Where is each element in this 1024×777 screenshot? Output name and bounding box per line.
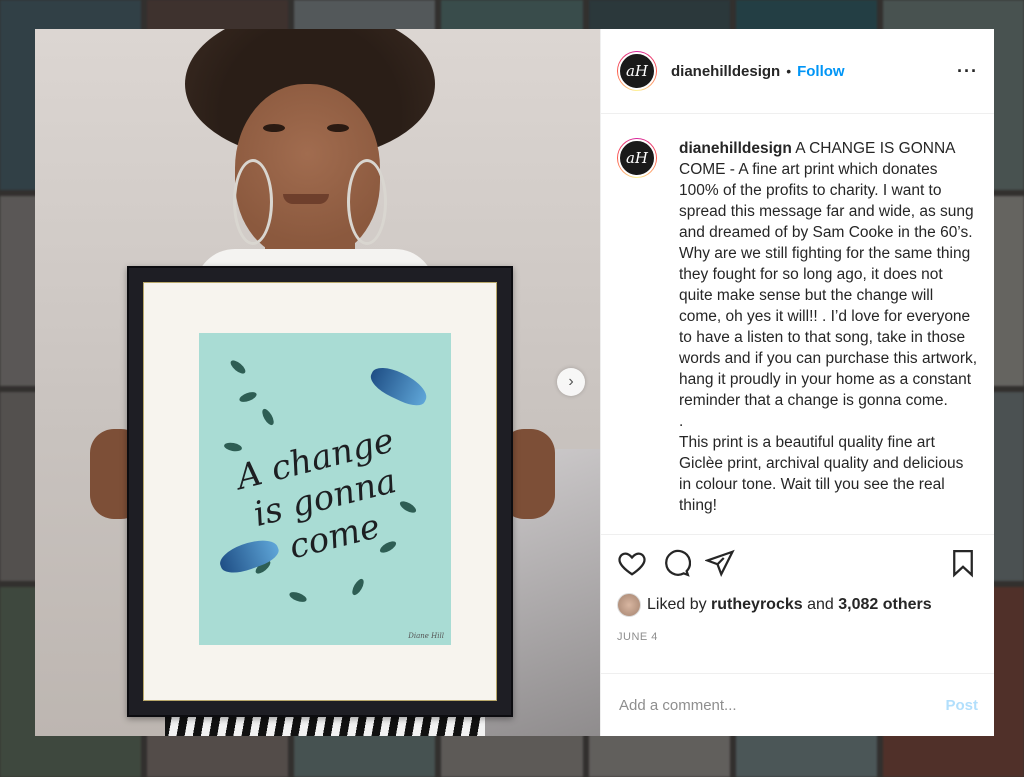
- liked-by-and: and: [807, 596, 834, 613]
- separator-dot: •: [786, 63, 792, 79]
- username-link[interactable]: dianehilldesign: [671, 63, 780, 80]
- likes-count-link[interactable]: 3,082 others: [838, 596, 931, 614]
- post-side-panel: aH dianehilldesign • Follow ··· aH diane…: [600, 29, 994, 736]
- more-icon[interactable]: ···: [957, 61, 978, 82]
- photo-eye-right: [327, 124, 349, 132]
- leaf-decoration: [238, 390, 258, 404]
- post-date[interactable]: JUNE 4: [617, 631, 978, 643]
- caption-section: aH dianehilldesign A CHANGE IS GONNA COM…: [601, 114, 994, 534]
- action-bar: Liked by rutheyrocks and 3,082 others JU…: [601, 534, 994, 673]
- liked-by-user-link[interactable]: rutheyrocks: [711, 596, 803, 614]
- photo-earring-left: [233, 159, 273, 245]
- liked-by-prefix: Liked by: [647, 596, 707, 613]
- next-image-button[interactable]: ›: [557, 368, 585, 396]
- comment-box: Post: [601, 673, 994, 736]
- bird-illustration: [366, 361, 432, 411]
- comment-icon[interactable]: [661, 548, 691, 578]
- caption-text: dianehilldesign A CHANGE IS GONNA COME -…: [679, 138, 978, 534]
- art-frame: A change is gonna come Diane Hill: [127, 266, 513, 717]
- leaf-decoration: [260, 407, 276, 427]
- caption-paragraph-2: This print is a beautiful quality fine a…: [679, 434, 964, 514]
- post-header: aH dianehilldesign • Follow ···: [601, 29, 994, 114]
- leaf-decoration: [228, 358, 248, 376]
- art-lettering: A change is gonna come: [188, 409, 462, 586]
- chevron-right-icon: ›: [568, 373, 574, 390]
- avatar[interactable]: aH: [617, 51, 657, 91]
- photo-eye-left: [263, 124, 285, 132]
- photo-earring-right: [347, 159, 387, 245]
- avatar-logo: aH: [618, 139, 656, 177]
- art-mat: A change is gonna come Diane Hill: [143, 282, 497, 701]
- post-modal: A change is gonna come Diane Hill › aH d…: [35, 29, 994, 736]
- caption-dot-line: .: [679, 413, 684, 430]
- art-signature: Diane Hill: [408, 632, 444, 640]
- leaf-decoration: [350, 577, 366, 597]
- post-comment-button[interactable]: Post: [945, 697, 978, 714]
- caption-author-link[interactable]: dianehilldesign: [679, 140, 792, 157]
- liker-avatar[interactable]: [617, 593, 641, 617]
- heart-icon[interactable]: [617, 548, 647, 578]
- caption-avatar[interactable]: aH: [617, 138, 657, 178]
- save-icon[interactable]: [948, 548, 978, 578]
- follow-button[interactable]: Follow: [797, 63, 845, 80]
- caption-paragraph-1: A CHANGE IS GONNA COME - A fine art prin…: [679, 140, 978, 409]
- leaf-decoration: [223, 441, 243, 453]
- avatar-logo: aH: [618, 52, 656, 90]
- art-print: A change is gonna come: [199, 333, 451, 645]
- post-photo: A change is gonna come Diane Hill ›: [35, 29, 600, 736]
- action-icons: [617, 545, 978, 581]
- share-icon[interactable]: [705, 548, 735, 578]
- likes-summary: Liked by rutheyrocks and 3,082 others: [617, 593, 978, 617]
- leaf-decoration: [288, 590, 308, 604]
- photo-mouth: [283, 194, 329, 204]
- comment-input[interactable]: [617, 695, 946, 715]
